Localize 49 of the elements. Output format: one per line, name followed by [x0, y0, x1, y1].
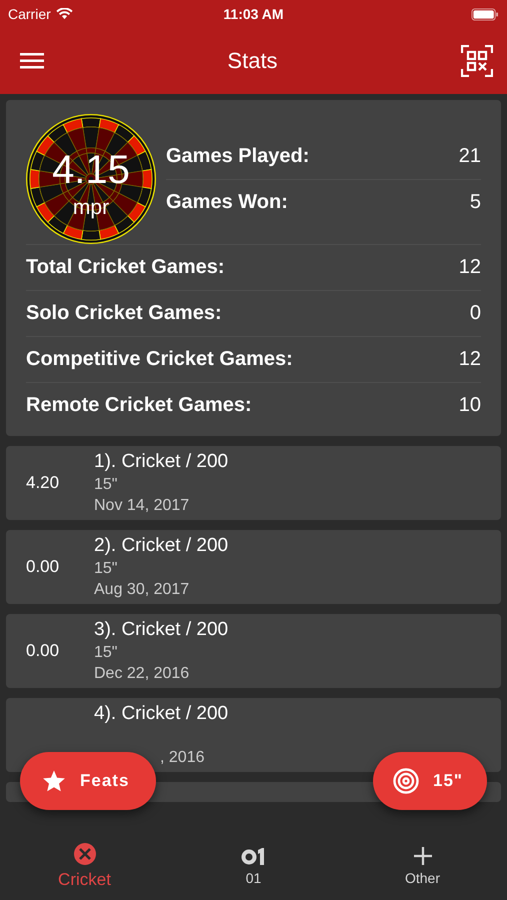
stat-label: Total Cricket Games:: [26, 256, 225, 279]
battery-icon: [471, 8, 499, 20]
mpr-unit: mpr: [72, 196, 110, 220]
feats-button[interactable]: Feats: [20, 752, 156, 810]
game-title: 3). Cricket / 200: [94, 618, 228, 642]
game-card[interactable]: 0.00 3). Cricket / 200 15" Dec 22, 2016: [6, 614, 501, 688]
game-score: 4.20: [26, 473, 60, 492]
qr-code-icon: [460, 45, 493, 77]
status-time: 11:03 AM: [222, 6, 285, 22]
game-score: 0.00: [26, 641, 60, 660]
game-card[interactable]: 0.00 2). Cricket / 200 15" Aug 30, 2017: [6, 530, 501, 604]
screen-title: Stats: [227, 48, 278, 74]
game-date: , 2016: [159, 748, 206, 768]
stat-label: Competitive Cricket Games:: [26, 348, 293, 371]
menu-button[interactable]: [20, 52, 44, 70]
board-size: 15": [94, 475, 118, 495]
game-title: 2). Cricket / 200: [94, 534, 228, 558]
game-date: Nov 14, 2017: [94, 496, 190, 516]
board-size-button[interactable]: 15": [373, 752, 487, 810]
crossed-circle-icon: [72, 842, 96, 866]
game-date: Aug 30, 2017: [94, 580, 190, 600]
board-size: 15": [94, 559, 118, 579]
star-icon: [42, 769, 66, 793]
menu-icon: [20, 52, 44, 70]
game-title: 4). Cricket / 200: [94, 702, 228, 726]
stat-value: 0: [470, 302, 481, 325]
wifi-icon: [56, 8, 73, 20]
board-size: 15": [94, 643, 118, 663]
qr-scan-button[interactable]: [460, 45, 493, 77]
plus-icon: [412, 846, 432, 866]
game-score: 0.00: [26, 557, 60, 576]
mpr-value: 4.15: [51, 148, 131, 193]
stat-value: 10: [458, 394, 481, 417]
carrier-label: Carrier: [8, 6, 51, 22]
game-date: Dec 22, 2016: [94, 664, 190, 684]
game-card[interactable]: 4.20 1). Cricket / 200 15" Nov 14, 2017: [6, 446, 501, 520]
tab[interactable]: Other: [338, 832, 507, 900]
stat-label: Games Played:: [166, 144, 310, 168]
tab[interactable]: 01: [169, 832, 338, 900]
stat-value: 5: [470, 190, 481, 214]
target-icon: [393, 768, 419, 794]
stat-value: 12: [458, 256, 481, 279]
game-title: 1). Cricket / 200: [94, 450, 228, 474]
stat-value: 21: [458, 144, 481, 168]
digits-icon: [240, 846, 266, 866]
stat-label: Remote Cricket Games:: [26, 394, 252, 417]
stat-label: Solo Cricket Games:: [26, 302, 222, 325]
stat-value: 12: [458, 348, 481, 371]
stat-label: Games Won:: [166, 190, 288, 214]
